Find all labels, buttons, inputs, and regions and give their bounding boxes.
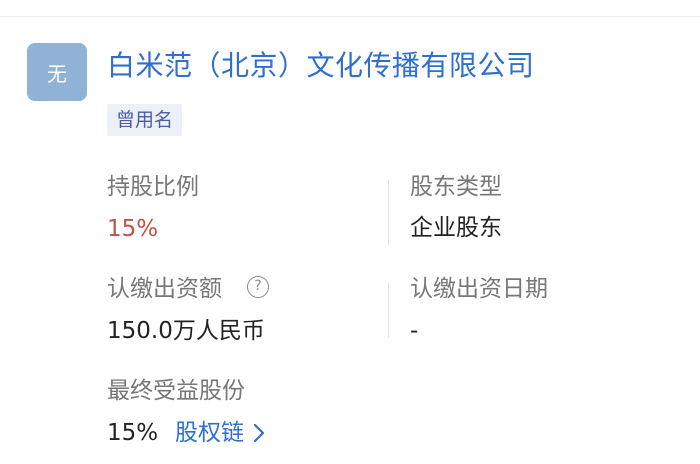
beneficial-ownership-label: 最终受益股份 — [107, 378, 245, 404]
shareholding-ratio-value: 15% — [107, 216, 159, 242]
equity-chain-link-label: 股权链 — [175, 420, 244, 446]
subscription-date-value: - — [410, 318, 419, 344]
subscription-date-label: 认缴出资日期 — [410, 276, 548, 302]
subscribed-capital-label: 认缴出资额 — [107, 276, 222, 302]
shareholder-type-value: 企业股东 — [410, 215, 502, 241]
subscribed-capital-value: 150.0万人民币 — [107, 318, 265, 344]
equity-chain-link[interactable]: 股权链 — [175, 417, 268, 449]
company-avatar: 无 — [27, 43, 87, 101]
top-divider — [0, 16, 700, 17]
company-name-link[interactable]: 白米范（北京）文化传播有限公司 — [107, 46, 535, 86]
question-circle-icon[interactable]: ? — [247, 276, 269, 298]
beneficial-ownership-value: 15% — [107, 420, 159, 446]
chevron-right-icon — [253, 423, 265, 443]
column-divider — [388, 282, 389, 338]
shareholding-ratio-label: 持股比例 — [107, 174, 199, 200]
former-name-tag[interactable]: 曾用名 — [107, 104, 183, 136]
shareholder-type-label: 股东类型 — [410, 174, 502, 200]
column-divider — [388, 180, 389, 246]
